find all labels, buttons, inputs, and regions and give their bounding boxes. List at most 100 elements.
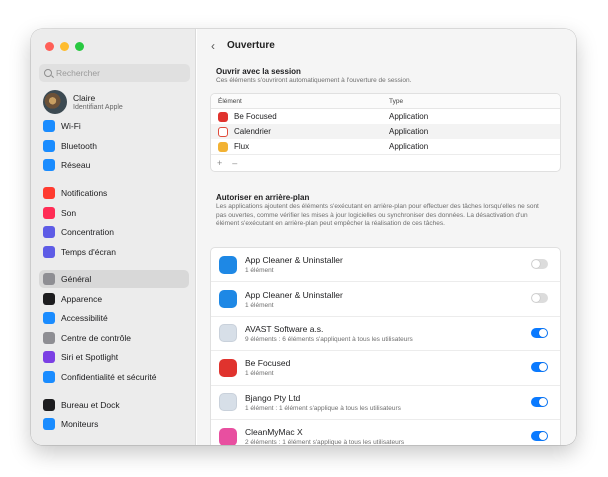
table-row[interactable]: Flux Application — [211, 139, 560, 154]
sidebar-item-moniteurs[interactable]: Moniteurs — [39, 415, 189, 433]
header: ‹ Ouverture — [197, 29, 576, 62]
sidebar-item-label: Centre de contrôle — [61, 333, 131, 343]
sidebar-item-notifications[interactable]: Notifications — [39, 184, 189, 202]
generic-app-icon — [219, 393, 237, 412]
table-cell-element: Flux — [211, 141, 389, 152]
background-item-name: Bjango Pty Ltd — [245, 392, 301, 403]
background-item-text: App Cleaner & Uninstaller 1 élément — [245, 255, 343, 274]
background-item-detail: 1 élément — [245, 267, 274, 275]
sidebar-item-g-n-ral[interactable]: Général — [39, 270, 189, 288]
appearance-icon — [43, 293, 55, 305]
app-cleaner-icon — [219, 290, 237, 309]
sidebar-item-label: Son — [61, 208, 77, 218]
search-placeholder: Rechercher — [56, 68, 100, 78]
speaker-icon — [43, 207, 55, 219]
table-row[interactable]: Be Focused Application — [211, 109, 560, 124]
flux-icon — [218, 141, 228, 152]
close-window-button[interactable] — [45, 42, 54, 51]
minimize-window-button[interactable] — [60, 42, 69, 51]
sun-icon — [43, 418, 55, 430]
sidebar-item-confidentialit-et-s-curit[interactable]: Confidentialité et sécurité — [39, 368, 189, 386]
background-item-detail: 1 élément — [245, 370, 274, 378]
bell-icon — [43, 187, 55, 199]
wifi-icon — [43, 120, 55, 132]
background-item-detail: 9 éléments : 6 éléments s'appliquent à t… — [245, 335, 413, 343]
background-item-detail: 1 élément : 1 élément s'applique à tous … — [245, 404, 401, 412]
background-item-text: App Cleaner & Uninstaller 1 élément — [245, 290, 343, 309]
hand-icon — [43, 371, 55, 383]
sidebar: Rechercher Claire Identifiant Apple Wi-F… — [31, 29, 196, 445]
table-cell-element: Calendrier — [211, 126, 389, 137]
sidebar-item-bureau-et-dock[interactable]: Bureau et Dock — [39, 396, 189, 414]
list-item: CleanMyMac X2 éléments : 1 élément s'app… — [211, 420, 560, 445]
be-focused-icon — [219, 358, 237, 377]
zoom-window-button[interactable] — [75, 42, 84, 51]
sidebar-item-siri-et-spotlight[interactable]: Siri et Spotlight — [39, 348, 189, 366]
background-item-name: App Cleaner & Uninstaller — [245, 255, 343, 266]
sidebar-item-label: Siri et Spotlight — [61, 352, 119, 362]
background-item-name: App Cleaner & Uninstaller — [245, 289, 343, 300]
generic-app-icon — [219, 324, 237, 343]
background-item-name: AVAST Software a.s. — [245, 323, 324, 334]
sidebar-item-apparence[interactable]: Apparence — [39, 290, 189, 308]
cleanmymac-icon — [219, 427, 237, 445]
login-item-type: Application — [389, 142, 429, 151]
table-header: Élément Type — [211, 94, 560, 109]
dock-icon — [43, 399, 55, 411]
list-item: Be Focused 1 élément — [211, 351, 560, 386]
sidebar-item-son[interactable]: Son — [39, 204, 189, 222]
sidebar-item-temps-d-cran[interactable]: Temps d'écran — [39, 243, 189, 261]
background-item-toggle[interactable] — [531, 430, 548, 441]
calendar-icon — [218, 126, 228, 137]
login-items-table: Élément Type Be Focused Application Calend… — [210, 93, 561, 172]
sidebar-item-centre-de-contr-le[interactable]: Centre de contrôle — [39, 329, 189, 347]
background-item-toggle[interactable] — [531, 259, 548, 269]
column-header-element[interactable]: Élément — [211, 98, 389, 105]
sidebar-item-label: Général — [61, 274, 92, 284]
background-item-toggle[interactable] — [531, 293, 548, 304]
sidebar-item-label: Réseau — [61, 160, 91, 170]
background-item-detail: 1 élément — [245, 301, 274, 309]
column-header-type[interactable]: Type — [389, 98, 560, 105]
background-item-text: Be Focused 1 élément — [245, 358, 290, 377]
sidebar-item-label: Confidentialité et sécurité — [61, 372, 157, 382]
accessibility-icon — [43, 312, 55, 324]
sidebar-item-wi-fi[interactable]: Wi-Fi — [39, 117, 189, 135]
list-item: App Cleaner & Uninstaller 1 élément — [211, 282, 560, 317]
sidebar-item-bluetooth[interactable]: Bluetooth — [39, 137, 189, 155]
sidebar-item-label: Bluetooth — [61, 141, 97, 151]
remove-item-button[interactable]: – — [232, 158, 237, 168]
page-title: Ouverture — [227, 40, 275, 51]
sidebar-item-accessibilit[interactable]: Accessibilité — [39, 309, 189, 327]
list-item: AVAST Software a.s. 9 éléments : 6 élémen… — [211, 317, 560, 352]
table-cell-element: Be Focused — [211, 111, 389, 122]
list-item: App Cleaner & Uninstaller 1 élément — [211, 248, 560, 283]
background-item-text: Bjango Pty Ltd 1 élément : 1 élément s'ap… — [245, 393, 401, 412]
add-item-button[interactable]: + — [217, 158, 222, 168]
login-items-title: Ouvrir avec la session — [216, 67, 301, 76]
settings-window: Rechercher Claire Identifiant Apple Wi-F… — [31, 29, 576, 445]
sidebar-item-concentration[interactable]: Concentration — [39, 223, 189, 241]
background-item-toggle[interactable] — [531, 396, 548, 407]
control-center-icon — [43, 332, 55, 344]
login-item-name: Calendrier — [234, 127, 271, 136]
sidebar-item-label: Concentration — [61, 227, 114, 237]
apple-id-account[interactable]: Claire Identifiant Apple — [43, 90, 123, 114]
background-item-name: CleanMyMac X — [245, 427, 303, 438]
table-row[interactable]: Calendrier Application — [211, 124, 560, 139]
be-focused-icon — [218, 111, 228, 122]
sidebar-item-r-seau[interactable]: Réseau — [39, 156, 189, 174]
background-item-toggle[interactable] — [531, 362, 548, 373]
gear-icon — [43, 273, 55, 285]
background-item-toggle[interactable] — [531, 327, 548, 338]
back-chevron-icon[interactable]: ‹ — [211, 39, 215, 53]
background-items-list: App Cleaner & Uninstaller 1 élément App Cl… — [210, 247, 561, 445]
login-item-name: Be Focused — [234, 112, 277, 121]
app-cleaner-icon — [219, 255, 237, 274]
background-items-title: Autoriser en arrière-plan — [216, 193, 310, 202]
moon-icon — [43, 226, 55, 238]
search-input[interactable]: Rechercher — [39, 64, 190, 82]
login-item-name: Flux — [234, 142, 250, 151]
window-controls — [45, 42, 84, 51]
avatar — [43, 90, 67, 114]
